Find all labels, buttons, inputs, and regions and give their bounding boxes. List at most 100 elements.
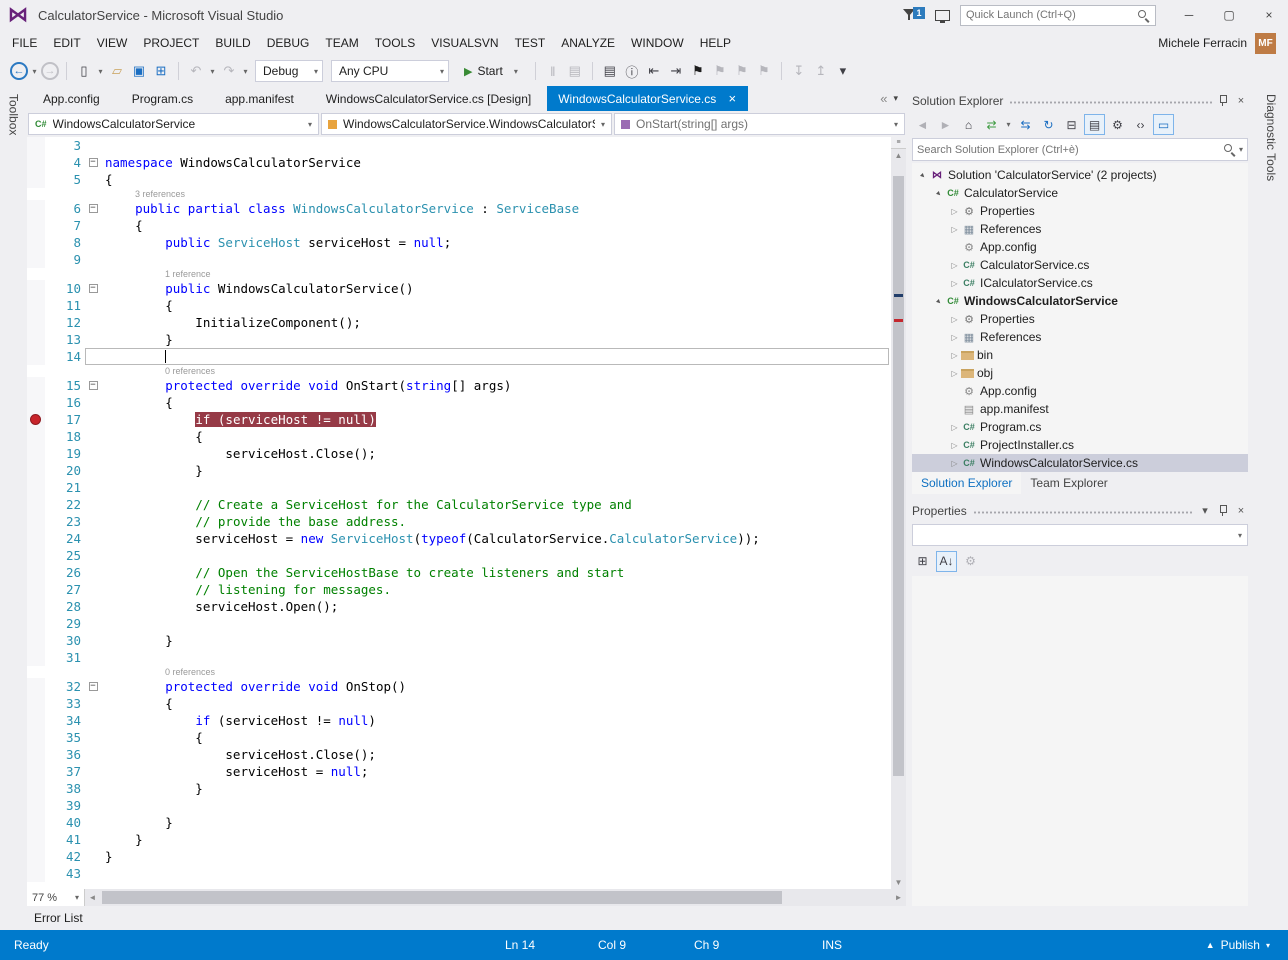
scroll-up-icon[interactable]: ▲ <box>891 149 906 162</box>
solution-search-input[interactable] <box>917 144 1220 156</box>
parameter-info-icon[interactable]: ⓘ <box>622 61 642 81</box>
collapse-all-icon[interactable]: ⊟ <box>1061 114 1082 135</box>
tree-item-projectinstaller-cs[interactable]: ▷C#ProjectInstaller.cs <box>912 436 1248 454</box>
code-editor[interactable]: 34−namespace WindowsCalculatorService5{3… <box>27 137 906 889</box>
menu-item-visualsvn[interactable]: VISUALSVN <box>423 32 506 54</box>
alphabetical-icon[interactable]: A↓ <box>936 551 957 572</box>
breakpoint-margin[interactable] <box>27 251 45 268</box>
breakpoint-margin[interactable] <box>27 712 45 729</box>
find-in-files-icon[interactable]: ▤ <box>565 61 585 81</box>
tab-windowscalculatorservice-cs[interactable]: WindowsCalculatorService.cs× <box>547 86 748 111</box>
solution-platforms-combo[interactable]: Any CPU▾ <box>331 60 449 82</box>
project-dropdown[interactable]: C#WindowsCalculatorService▾ <box>28 113 319 135</box>
chevron-down-icon[interactable]: ▾ <box>1239 145 1243 154</box>
collapse-icon[interactable]: − <box>89 381 98 390</box>
pin-icon[interactable] <box>1218 504 1228 517</box>
preview-selected-items-icon[interactable]: ▭ <box>1153 114 1174 135</box>
tab-solution-explorer[interactable]: Solution Explorer <box>912 472 1021 494</box>
expand-arrow-icon[interactable]: ▷ <box>948 225 961 234</box>
redo-icon[interactable]: ↷ <box>219 61 239 81</box>
breakpoint-margin[interactable] <box>27 428 45 445</box>
code-area[interactable]: 34−namespace WindowsCalculatorService5{3… <box>27 137 891 889</box>
collapse-icon[interactable]: − <box>89 158 98 167</box>
solution-search-box[interactable]: ▾ <box>912 138 1248 161</box>
forward-icon[interactable]: ► <box>935 114 956 135</box>
breakpoint-margin[interactable] <box>27 171 45 188</box>
breakpoint-margin[interactable] <box>27 137 45 154</box>
tree-item-calculatorservice-cs[interactable]: ▷C#CalculatorService.cs <box>912 256 1248 274</box>
error-list-bar[interactable]: Error List <box>0 906 1288 930</box>
codelens-link[interactable]: 0 references <box>165 366 215 376</box>
breakpoint-margin[interactable] <box>27 154 45 171</box>
breakpoint-margin[interactable] <box>27 496 45 513</box>
property-pages-icon[interactable]: ⚙ <box>960 551 981 572</box>
open-file-icon[interactable]: ▱ <box>107 61 127 81</box>
menu-item-build[interactable]: BUILD <box>207 32 258 54</box>
breakpoint-icon[interactable] <box>30 414 41 425</box>
codelens-link[interactable]: 0 references <box>165 667 215 677</box>
properties-header[interactable]: Properties ▾ × <box>912 500 1248 521</box>
tab-windowscalculatorservice-cs-design[interactable]: WindowsCalculatorService.cs [Design] <box>310 86 547 111</box>
tree-item-app-config[interactable]: ⚙App.config <box>912 382 1248 400</box>
close-icon[interactable]: × <box>1234 95 1248 107</box>
tab-scroll-icon[interactable]: « <box>877 86 890 111</box>
toggle-bookmark-icon[interactable]: ⚑ <box>688 61 708 81</box>
tree-item-icalculatorservice-cs[interactable]: ▷C#ICalculatorService.cs <box>912 274 1248 292</box>
breakpoint-margin[interactable] <box>27 581 45 598</box>
diagnostic-tools-tab[interactable]: Diagnostic Tools <box>1264 94 1278 181</box>
tree-item-obj[interactable]: ▷obj <box>912 364 1248 382</box>
tree-item-app-manifest[interactable]: ▤app.manifest <box>912 400 1248 418</box>
collapse-arrow-icon[interactable]: ▾ <box>915 167 931 183</box>
type-dropdown[interactable]: WindowsCalculatorService.WindowsCalculat… <box>321 113 612 135</box>
breakpoint-margin[interactable] <box>27 217 45 234</box>
menu-item-edit[interactable]: EDIT <box>45 32 88 54</box>
breakpoint-margin[interactable] <box>27 314 45 331</box>
breakpoint-margin[interactable] <box>27 462 45 479</box>
fold-margin[interactable]: − <box>85 154 101 171</box>
fold-margin[interactable]: − <box>85 377 101 394</box>
tree-item-calculatorservice[interactable]: ▾C#CalculatorService <box>912 184 1248 202</box>
breakpoint-margin[interactable] <box>27 234 45 251</box>
solution-configurations-combo[interactable]: Debug▾ <box>255 60 323 82</box>
breakpoint-margin[interactable] <box>27 763 45 780</box>
vertical-scrollbar[interactable]: ≡ ▲ ▼ <box>891 137 906 889</box>
zoom-control[interactable]: 77 % ▾ <box>27 889 85 906</box>
menu-item-help[interactable]: HELP <box>692 32 739 54</box>
undo-icon[interactable]: ↶ <box>186 61 206 81</box>
properties-object-dropdown[interactable]: ▾ <box>912 524 1248 546</box>
tree-item-references[interactable]: ▷▦References <box>912 328 1248 346</box>
breakpoint-margin[interactable] <box>27 848 45 865</box>
breakpoint-margin[interactable] <box>27 598 45 615</box>
expand-arrow-icon[interactable]: ▷ <box>948 351 961 360</box>
breakpoint-margin[interactable] <box>27 394 45 411</box>
maximize-button[interactable]: ▢ <box>1214 3 1244 27</box>
tree-item-windowscalculatorservice[interactable]: ▾C#WindowsCalculatorService <box>912 292 1248 310</box>
scroll-right-icon[interactable]: ► <box>891 893 906 902</box>
breakpoint-margin[interactable] <box>27 331 45 348</box>
undo-menu-icon[interactable]: ▾ <box>208 61 217 81</box>
breakpoint-margin[interactable] <box>27 632 45 649</box>
expand-arrow-icon[interactable]: ▷ <box>948 423 961 432</box>
menu-item-view[interactable]: VIEW <box>89 32 136 54</box>
tree-item-properties[interactable]: ▷⚙Properties <box>912 310 1248 328</box>
breakpoint-margin[interactable] <box>27 530 45 547</box>
save-icon[interactable]: ▣ <box>129 61 149 81</box>
breakpoint-margin[interactable] <box>27 297 45 314</box>
collapse-icon[interactable]: − <box>89 284 98 293</box>
new-project-icon[interactable]: ▯ <box>74 61 94 81</box>
list-members-icon[interactable]: ▤ <box>600 61 620 81</box>
menu-item-window[interactable]: WINDOW <box>623 32 692 54</box>
menu-item-debug[interactable]: DEBUG <box>259 32 318 54</box>
refresh-icon[interactable]: ↻ <box>1038 114 1059 135</box>
window-menu-icon[interactable]: ▾ <box>1198 504 1212 517</box>
breakpoint-margin[interactable] <box>27 564 45 581</box>
expand-arrow-icon[interactable]: ▷ <box>948 315 961 324</box>
feedback-icon[interactable] <box>935 10 950 21</box>
breakpoint-margin[interactable] <box>27 615 45 632</box>
expand-arrow-icon[interactable]: ▷ <box>948 279 961 288</box>
vertical-scroll-track[interactable] <box>891 162 906 876</box>
scroll-down-icon[interactable]: ▼ <box>891 876 906 889</box>
tab-app-config[interactable]: App.config <box>27 86 116 111</box>
breakpoint-margin[interactable] <box>27 797 45 814</box>
properties-icon[interactable]: ⚙ <box>1107 114 1128 135</box>
